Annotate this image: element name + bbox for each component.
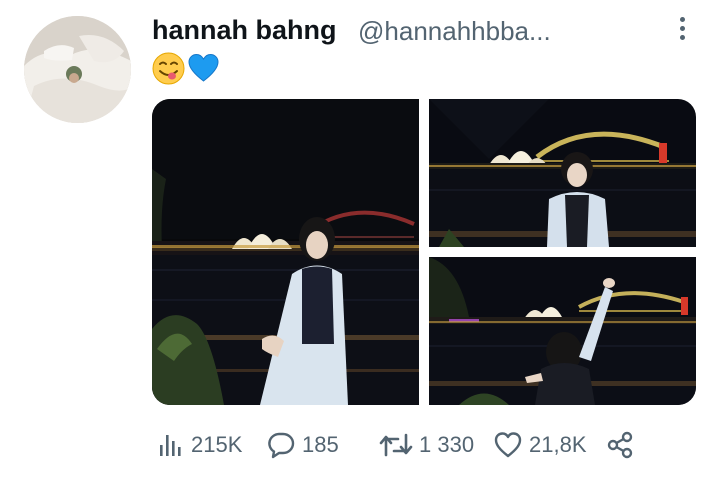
user-handle[interactable]: @hannahhbba... [358,16,551,47]
reply-count: 185 [302,432,339,457]
photo-harbour-bridge-smiling[interactable] [429,99,696,247]
yum-face-emoji [152,52,185,85]
display-name[interactable]: hannah bahng [152,15,337,46]
more-options-icon[interactable] [672,14,692,44]
tweet-header: hannah bahng @hannahhbba... [152,12,692,48]
retweet-count: 1 330 [419,432,475,457]
reply-bubble-icon [268,432,295,459]
photo-opera-house-night-portrait[interactable] [152,99,419,405]
share-button[interactable] [605,426,635,464]
views-stat[interactable]: 215K [157,426,242,464]
heart-icon [494,432,522,458]
retweet-icon [379,433,413,457]
media-grid [152,99,696,405]
blue-heart-emoji [188,53,219,82]
bar-chart-icon [160,435,181,456]
share-icon [607,431,633,459]
views-count: 215K [191,432,243,457]
tweet-text [152,52,220,86]
like-count: 21,8K [529,432,587,457]
photo-harbour-waving[interactable] [429,257,696,405]
reply-button[interactable]: 185 [266,426,339,464]
retweet-button[interactable]: 1 330 [379,426,474,464]
like-button[interactable]: 21,8K [493,426,587,464]
avatar[interactable] [24,16,131,123]
